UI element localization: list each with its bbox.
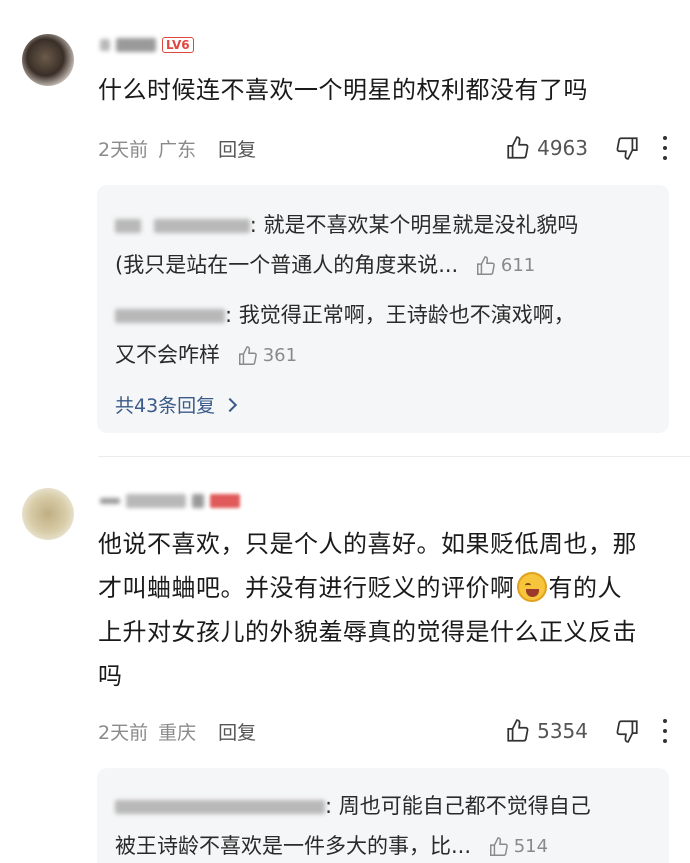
comment-text-line: 上升对女孩儿的外貌羞辱真的觉得是什么正义反击 <box>98 618 637 646</box>
level-badge: LV6 <box>162 37 194 53</box>
avatar[interactable] <box>22 488 74 540</box>
thumbs-down-icon[interactable] <box>614 718 640 744</box>
sub-like-count: 611 <box>500 255 536 276</box>
chevron-right-icon <box>223 397 238 412</box>
more-vertical-icon[interactable] <box>662 136 668 160</box>
comment-location: 重庆 <box>158 721 197 744</box>
sub-like[interactable]: 514 <box>488 827 548 863</box>
comment-text-line: 有的人 <box>548 574 622 602</box>
reply-box: : 周也可能自己都不觉得自己 被王诗龄不喜欢是一件多大的事，比... 514 <box>97 768 669 863</box>
more-replies-link[interactable]: 共43条回复 <box>115 391 238 418</box>
sub-reply-1: : 就是不喜欢某个明星就是没礼貌吗 (我只是站在一个普通人的角度来说... 61… <box>115 205 651 286</box>
comment-location: 广东 <box>158 138 197 161</box>
comment-time: 2天前 <box>98 721 149 744</box>
sub-reply-text-2: 被王诗龄不喜欢是一件多大的事， <box>115 834 430 858</box>
like-count: 5354 <box>537 719 588 743</box>
reply-button[interactable]: 回复 <box>218 718 256 745</box>
sub-like[interactable]: 611 <box>475 246 535 286</box>
username[interactable]: LV6 <box>100 34 194 56</box>
thumbs-down-icon[interactable] <box>614 135 640 161</box>
more-replies-label: 共43条回复 <box>115 395 216 417</box>
sub-reply-1: : 周也可能自己都不觉得自己 被王诗龄不喜欢是一件多大的事，比... 514 <box>115 786 651 863</box>
sub-reply-text-2: (我只是站在一个普通人的角度来说... <box>115 253 459 277</box>
comment-text: 他说不喜欢，只是个人的喜好。如果贬低周也，那 才叫蛐蛐吧。并没有进行贬义的评价啊… <box>98 522 666 698</box>
divider <box>98 456 690 457</box>
laughing-emoji-icon <box>516 572 547 602</box>
sub-like-count: 361 <box>262 345 298 366</box>
sub-reply-text-2: 又不会咋样 <box>115 343 220 367</box>
more-vertical-icon[interactable] <box>662 719 668 743</box>
comment-time: 2天前 <box>98 138 149 161</box>
thumbs-up-icon <box>238 346 257 365</box>
like-count: 4963 <box>537 136 588 160</box>
thumbs-up-icon[interactable] <box>505 718 531 744</box>
reply-box: : 就是不喜欢某个明星就是没礼貌吗 (我只是站在一个普通人的角度来说... 61… <box>97 185 669 433</box>
username[interactable] <box>100 490 240 512</box>
level-badge <box>210 494 240 508</box>
comment-meta: 2天前 广东 回复 4963 <box>98 133 668 163</box>
comment-text-line: 他说不喜欢，只是个人的喜好。如果贬低周也，那 <box>98 530 637 558</box>
sub-reply-2: : 我觉得正常啊，王诗龄也不演戏啊， 又不会咋样 361 <box>115 295 651 376</box>
sub-reply-text: : 周也可能自己都不觉得自己 <box>325 794 591 818</box>
sub-reply-text-tail: 比... <box>430 834 472 858</box>
comment-text: 什么时候连不喜欢一个明星的权利都没有了吗 <box>98 76 588 104</box>
comment-text-line: 吗 <box>98 662 123 690</box>
sub-reply-text: : 就是不喜欢某个明星就是没礼貌吗 <box>249 213 579 237</box>
comment-meta: 2天前 重庆 回复 5354 <box>98 716 668 746</box>
thumbs-up-icon <box>476 256 495 275</box>
thumbs-up-icon[interactable] <box>505 135 531 161</box>
sub-like-count: 514 <box>513 836 549 857</box>
thumbs-up-icon <box>489 837 508 856</box>
reply-button[interactable]: 回复 <box>218 135 256 162</box>
sub-reply-text: : 我觉得正常啊，王诗龄也不演戏啊， <box>225 303 575 327</box>
avatar[interactable] <box>22 34 74 86</box>
sub-like[interactable]: 361 <box>237 336 297 376</box>
comment-text-line: 才叫蛐蛐吧。并没有进行贬义的评价啊 <box>98 574 515 602</box>
